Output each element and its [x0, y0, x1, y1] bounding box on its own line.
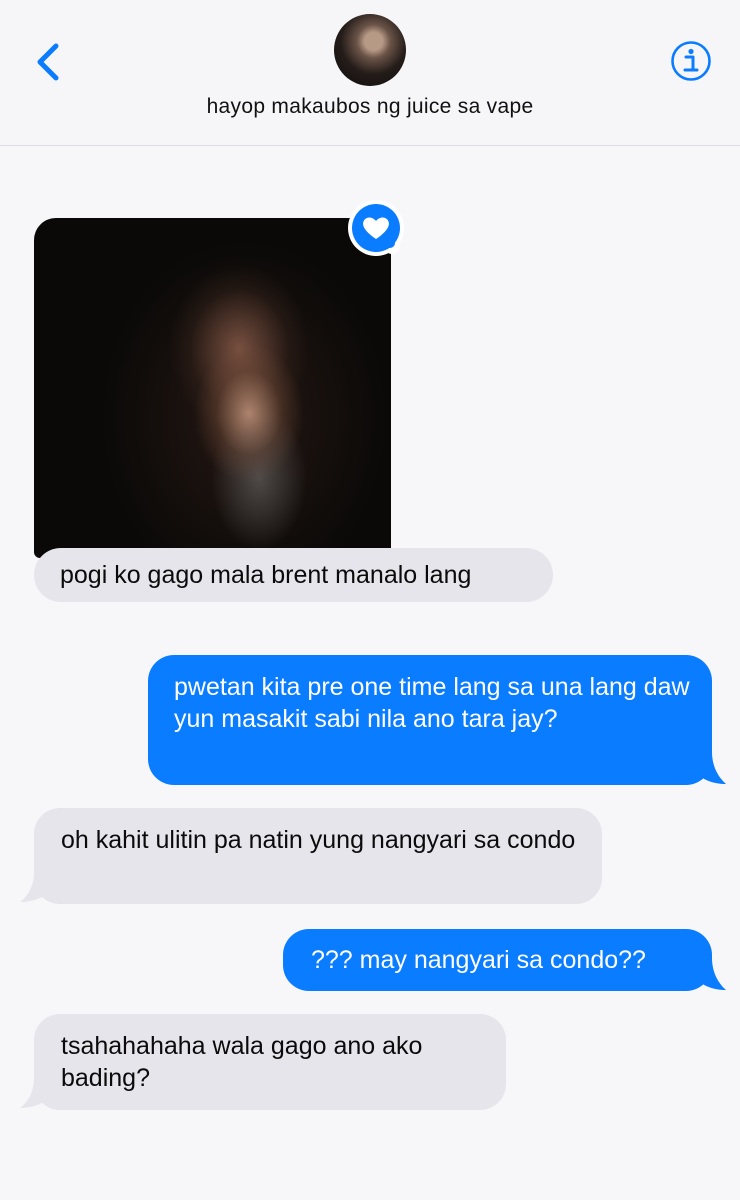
incoming-bubble-tail	[20, 872, 56, 902]
incoming-message[interactable]: oh kahit ulitin pa natin yung nangyari s…	[34, 808, 602, 904]
conversation-header: hayop makaubos ng juice sa vape	[0, 0, 740, 146]
incoming-message[interactable]: tsahahahaha wala gago ano ako bading?	[34, 1014, 506, 1110]
contact-avatar[interactable]	[334, 14, 406, 86]
photo-message[interactable]	[34, 218, 391, 558]
outgoing-bubble-tail	[690, 752, 726, 784]
contact-name[interactable]: hayop makaubos ng juice sa vape	[0, 95, 740, 119]
heart-tapback-icon	[348, 200, 404, 256]
incoming-message[interactable]: pogi ko gago mala brent manalo lang	[34, 548, 553, 602]
outgoing-bubble-tail	[690, 958, 726, 990]
incoming-bubble-tail	[20, 1078, 56, 1108]
info-icon[interactable]	[670, 40, 712, 82]
outgoing-message[interactable]: pwetan kita pre one time lang sa una lan…	[148, 655, 712, 785]
chevron-left-icon[interactable]	[30, 40, 70, 84]
outgoing-message[interactable]: ??? may nangyari sa condo??	[283, 929, 712, 991]
